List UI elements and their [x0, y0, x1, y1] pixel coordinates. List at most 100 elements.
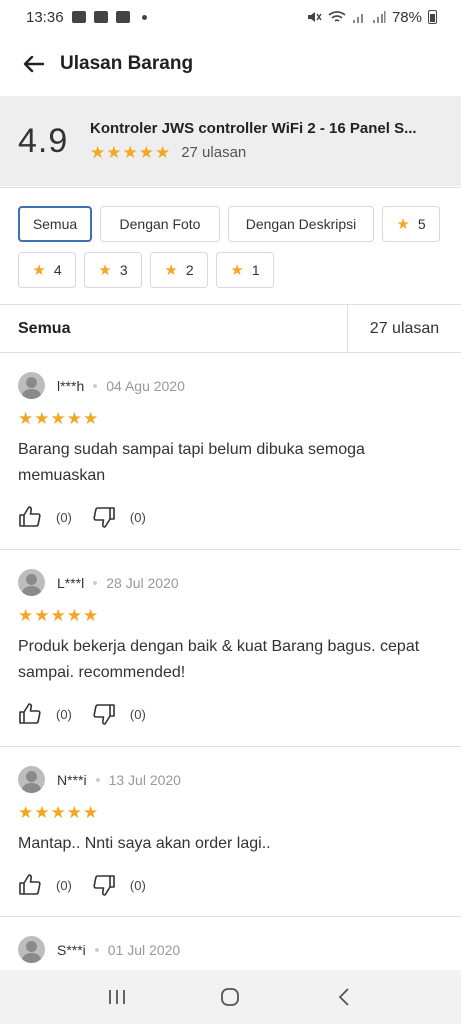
status-right: 78% [306, 9, 437, 26]
review-header: L***l 28 Jul 2020 [18, 569, 179, 596]
filter-with-photo[interactable]: Dengan Foto [100, 206, 220, 242]
review-stars: ★★★★★ [18, 803, 100, 822]
product-summary: 4.9 Kontroler JWS controller WiFi 2 - 16… [0, 96, 461, 186]
review-actions: (0) (0) [18, 505, 146, 529]
review-text: Mantap.. Nnti saya akan order lagi.. [18, 835, 271, 852]
mute-icon [307, 12, 322, 22]
signal-icon-2 [372, 11, 386, 23]
avatar [18, 766, 45, 793]
back-button[interactable] [20, 51, 46, 77]
system-nav-bar [0, 970, 461, 1024]
review-date: 13 Jul 2020 [108, 771, 181, 788]
product-meta: ★★★★★ 27 ulasan [90, 143, 453, 163]
section-label: Semua [18, 319, 71, 337]
review-item: S***i 01 Jul 2020 [0, 917, 461, 970]
product-info: Kontroler JWS controller WiFi 2 - 16 Pan… [90, 120, 461, 163]
review-stars: ★★★★★ [18, 606, 100, 625]
status-time: 13:36 [26, 8, 64, 26]
star-icon: ★ [396, 216, 410, 233]
home-icon [221, 988, 240, 1006]
avatar [18, 936, 45, 963]
dislike-count: (0) [129, 706, 146, 722]
product-name: Kontroler JWS controller WiFi 2 - 16 Pan… [90, 119, 417, 137]
nav-back-button[interactable] [324, 977, 364, 1017]
filter-star-5-label: 5 [417, 216, 426, 232]
review-item: N***i 13 Jul 2020 ★★★★★ Mantap.. Nnti sa… [0, 747, 461, 917]
like-count: (0) [56, 877, 72, 893]
recents-button[interactable] [97, 977, 137, 1017]
page-title: Ulasan Barang [60, 53, 194, 74]
filter-star-1[interactable]: ★ 1 [216, 252, 274, 288]
thumbs-down-icon [93, 875, 115, 896]
signal-icon-1 [352, 14, 363, 23]
battery-percent: 78% [391, 8, 422, 26]
reviewer-name: L***l [57, 574, 85, 591]
product-review-count: 27 ulasan [181, 144, 247, 161]
filter-star-4-label: 4 [53, 262, 62, 278]
filter-star-3[interactable]: ★ 3 [84, 252, 142, 288]
review-section-header: Semua 27 ulasan [0, 304, 461, 353]
filter-row-1: Semua Dengan Foto Dengan Deskripsi ★ 5 [18, 206, 461, 242]
dislike-count: (0) [129, 509, 146, 525]
review-stars: ★★★★★ [18, 409, 100, 428]
status-left: 13:36 [26, 9, 147, 26]
filter-star-1-label: 1 [251, 262, 260, 278]
filter-star-4[interactable]: ★ 4 [18, 252, 76, 288]
review-actions: (0) (0) [18, 873, 146, 897]
separator-dot [93, 580, 98, 585]
arrow-left-icon [23, 55, 44, 73]
thumbs-down-icon [93, 507, 115, 528]
star-icon: ★ [32, 262, 46, 279]
app-bar: Ulasan Barang [0, 34, 461, 94]
review-date: 04 Agu 2020 [106, 377, 185, 394]
thumbs-up-icon [19, 874, 41, 895]
review-date: 01 Jul 2020 [107, 941, 181, 958]
filter-star-2[interactable]: ★ 2 [150, 252, 208, 288]
review-filters: Semua Dengan Foto Dengan Deskripsi ★ 5 ★ 4… [0, 187, 461, 303]
like-count: (0) [56, 706, 72, 722]
star-icon: ★ [230, 262, 244, 279]
like-button[interactable]: (0) [18, 505, 72, 529]
filter-row-2: ★ 4 ★ 3 ★ 2 ★ 1 [18, 252, 461, 288]
thumbs-down-icon [93, 704, 115, 725]
home-button[interactable] [210, 977, 250, 1017]
filter-with-description[interactable]: Dengan Deskripsi [228, 206, 374, 242]
recents-icon [108, 990, 125, 1004]
dislike-button[interactable]: (0) [92, 702, 146, 726]
filter-star-3-label: 3 [119, 262, 128, 278]
review-actions: (0) (0) [18, 702, 146, 726]
review-date: 28 Jul 2020 [106, 574, 179, 591]
section-count: 27 ulasan [347, 305, 461, 352]
thumbs-up-icon [19, 703, 41, 724]
filter-with-description-label: Dengan Deskripsi [245, 216, 357, 232]
review-item: l***h 04 Agu 2020 ★★★★★ Barang sudah sam… [0, 353, 461, 550]
review-item: L***l 28 Jul 2020 ★★★★★ Produk bekerja d… [0, 550, 461, 747]
thumbs-up-icon [19, 506, 41, 527]
status-bar: 13:36 78% [0, 0, 461, 34]
dislike-button[interactable]: (0) [92, 873, 146, 897]
like-count: (0) [56, 509, 72, 525]
separator-dot [94, 947, 99, 952]
dislike-count: (0) [129, 877, 146, 893]
review-header: l***h 04 Agu 2020 [18, 372, 185, 399]
avatar [18, 569, 45, 596]
back-chevron-icon [338, 988, 349, 1006]
mail-notification-icon [93, 11, 108, 23]
filter-all-label: Semua [32, 216, 78, 232]
dislike-button[interactable]: (0) [92, 505, 146, 529]
review-header: N***i 13 Jul 2020 [18, 766, 181, 793]
reviewer-name: S***i [57, 941, 86, 958]
like-button[interactable]: (0) [18, 702, 72, 726]
filter-all[interactable]: Semua [18, 206, 92, 242]
separator-dot [93, 383, 98, 388]
reviewer-name: l***h [57, 377, 85, 394]
review-text: Barang sudah sampai tapi belum dibuka se… [18, 441, 365, 484]
reviewer-name: N***i [57, 771, 87, 788]
gallery-notification-icon [71, 11, 86, 23]
review-header: S***i 01 Jul 2020 [18, 936, 180, 963]
filter-with-photo-label: Dengan Foto [119, 216, 201, 232]
like-button[interactable]: (0) [18, 873, 72, 897]
filter-star-5[interactable]: ★ 5 [382, 206, 440, 242]
avatar [18, 372, 45, 399]
app-notification-icon [115, 11, 130, 23]
